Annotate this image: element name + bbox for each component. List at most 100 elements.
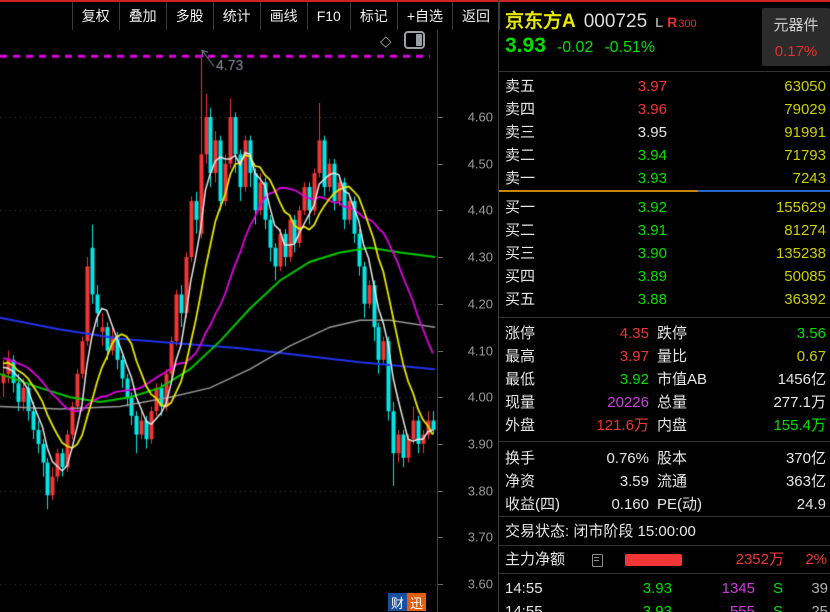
stock-app-window: 复权叠加多股统计画线F10标记+自选返回 ◇ 财迅 4.604.504.404.…: [0, 0, 830, 612]
stat-row: 收益(四)0.160PE(动)24.9: [499, 493, 830, 516]
divider: [499, 441, 830, 442]
sector-name: 元器件: [762, 14, 830, 35]
divider: [499, 573, 830, 574]
stat-value: 3.97: [499, 345, 649, 368]
sector-box[interactable]: 元器件 0.17%: [762, 8, 830, 66]
buy-row-2[interactable]: 买二3.9181274: [499, 219, 830, 242]
current-price: 3.93: [505, 34, 546, 58]
buy-row-1[interactable]: 买一3.92155629: [499, 196, 830, 219]
level-volume: 135238: [776, 242, 826, 265]
stat-label: 内盘: [657, 414, 687, 437]
toolbar-item-标记[interactable]: 标记: [350, 2, 397, 30]
stat-value: 121.6万: [499, 414, 649, 437]
axis-tick: [438, 491, 443, 492]
stat-label: 量比: [657, 345, 687, 368]
stat-value: 3.92: [499, 368, 649, 391]
trade-status: 交易状态: 闭市阶段 15:00:00: [505, 521, 696, 543]
axis-tick: [438, 210, 443, 211]
stock-header: 京东方A 000725 L R 300: [505, 6, 697, 33]
toolbar-item-多股[interactable]: 多股: [166, 2, 213, 30]
toolbar-item-复权[interactable]: 复权: [72, 2, 119, 30]
divider: [499, 71, 830, 72]
sell-row-2[interactable]: 卖四3.9679029: [499, 98, 830, 121]
axis-tick: [438, 257, 443, 258]
axis-label: 4.30: [468, 250, 493, 265]
axis-tick: [438, 537, 443, 538]
stat-row: 最高3.97量比0.67: [499, 345, 830, 368]
toolbar-item-返回[interactable]: 返回: [452, 2, 500, 30]
toolbar-item-画线[interactable]: 画线: [260, 2, 307, 30]
stat-label: 股本: [657, 447, 687, 470]
level-volume: 36392: [784, 288, 826, 311]
stat-label: 总量: [657, 391, 687, 414]
axis-tick: [438, 164, 443, 165]
level-volume: 71793: [784, 144, 826, 167]
stat-row: 涨停4.35跌停3.56: [499, 322, 830, 345]
main-force-amount: 2352万: [499, 548, 784, 571]
level-price: 3.96: [499, 98, 667, 121]
level-price: 3.95: [499, 121, 667, 144]
broker-watermark: 财迅: [388, 593, 426, 611]
toolbar-item-+自选[interactable]: +自选: [397, 2, 452, 30]
panel-toggle-icon[interactable]: [404, 31, 425, 49]
axis-tick: [438, 117, 443, 118]
axis-tick: [438, 584, 443, 585]
watermark-glyph: 财: [388, 593, 407, 611]
watermark-glyph: 迅: [407, 593, 426, 611]
buy-row-3[interactable]: 买三3.90135238: [499, 242, 830, 265]
divider: [499, 545, 830, 546]
stat-value: 3.59: [499, 470, 649, 493]
main-force-pct: 2%: [805, 548, 827, 571]
tick-row[interactable]: 14:553.931345S39: [499, 577, 830, 600]
stock-code: 000725: [584, 11, 647, 33]
divider: [499, 317, 830, 318]
axis-label: 4.00: [468, 390, 493, 405]
level-volume: 79029: [784, 98, 826, 121]
level-volume: 91991: [784, 121, 826, 144]
price-change-pct: -0.51%: [604, 39, 655, 57]
sell-row-1[interactable]: 卖五3.9763050: [499, 75, 830, 98]
ratio-sell-segment: [698, 190, 830, 192]
tick-count: 25: [811, 600, 828, 612]
level-volume: 63050: [784, 75, 826, 98]
toolbar-item-F10[interactable]: F10: [307, 2, 350, 30]
level-price: 3.92: [499, 196, 667, 219]
tick-volume: 555: [499, 600, 755, 612]
stat-label: PE(动): [657, 493, 702, 516]
flag-index-300: 300: [678, 18, 696, 30]
level-volume: 7243: [793, 167, 826, 190]
divider: [499, 516, 830, 517]
stat-row: 换手0.76%股本370亿: [499, 447, 830, 470]
level-volume: 81274: [784, 219, 826, 242]
buy-row-5[interactable]: 买五3.8836392: [499, 288, 830, 311]
axis-label: 4.60: [468, 110, 493, 125]
stat-label: 市值AB: [657, 368, 707, 391]
toolbar-item-叠加[interactable]: 叠加: [119, 2, 166, 30]
stat-value: 155.4万: [773, 414, 826, 437]
kline-chart[interactable]: [0, 30, 437, 612]
main-force-row[interactable]: 主力净额 2352万 2%: [499, 548, 830, 571]
stat-value: 4.35: [499, 322, 649, 345]
stat-row: 外盘121.6万内盘155.4万: [499, 414, 830, 437]
stat-label: 跌停: [657, 322, 687, 345]
sell-row-5[interactable]: 卖一3.937243: [499, 167, 830, 190]
stat-value: 0.160: [499, 493, 649, 516]
stat-value: 3.56: [797, 322, 826, 345]
tick-row[interactable]: 14:553.93555S25: [499, 600, 830, 612]
sell-row-4[interactable]: 卖二3.9471793: [499, 144, 830, 167]
stock-name[interactable]: 京东方A: [505, 6, 576, 33]
toolbar-item-统计[interactable]: 统计: [213, 2, 260, 30]
buy-row-4[interactable]: 买四3.8950085: [499, 265, 830, 288]
axis-label: 3.90: [468, 436, 493, 451]
stat-value: 1456亿: [778, 368, 826, 391]
stat-row: 最低3.92市值AB1456亿: [499, 368, 830, 391]
stat-value: 0.67: [797, 345, 826, 368]
tick-side: S: [773, 600, 783, 612]
level-price: 3.97: [499, 75, 667, 98]
stat-value: 370亿: [786, 447, 826, 470]
tick-count: 39: [811, 577, 828, 600]
buy-sell-ratio-bar: [499, 190, 830, 192]
axis-tick: [438, 444, 443, 445]
diamond-marker-icon[interactable]: ◇: [380, 32, 392, 50]
sell-row-3[interactable]: 卖三3.9591991: [499, 121, 830, 144]
